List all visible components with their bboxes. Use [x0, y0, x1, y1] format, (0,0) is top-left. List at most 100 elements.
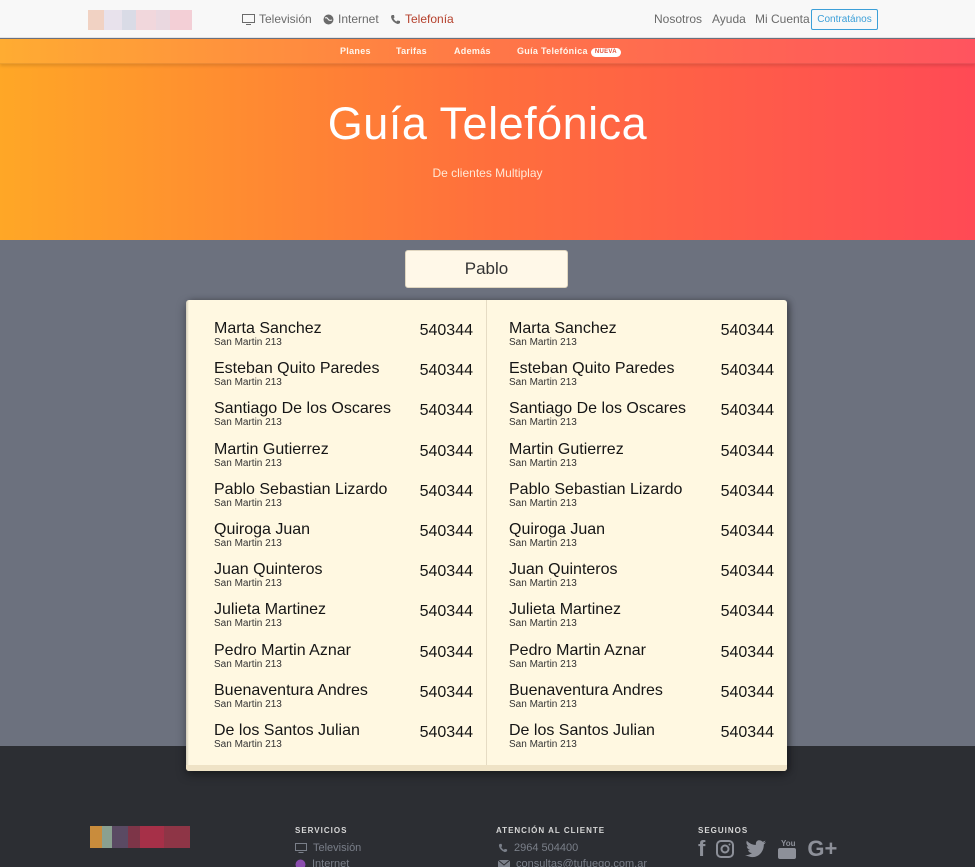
contact-address: San Martin 213	[214, 578, 282, 590]
nav-nosotros-label: Nosotros	[654, 12, 703, 26]
contact-phone[interactable]: 540344	[721, 523, 774, 541]
nav-telefonia-label: Telefonía	[405, 12, 454, 26]
contact-phone[interactable]: 540344	[420, 644, 473, 662]
facebook-icon[interactable]: f	[698, 838, 705, 860]
directory-entry[interactable]: Esteban Quito Paredes San Martin 213 54034…	[214, 360, 473, 400]
contact-phone[interactable]: 540344	[721, 362, 774, 380]
directory-entry[interactable]: Quiroga Juan San Martin 213 540344	[509, 521, 774, 561]
contact-phone[interactable]: 540344	[420, 322, 473, 340]
subnav-ademas[interactable]: Además	[454, 46, 491, 56]
contact-name: Buenaventura Andres	[214, 681, 368, 699]
nav-ayuda[interactable]: Ayuda	[712, 12, 746, 26]
nav-television[interactable]: Televisión	[242, 12, 312, 26]
contact-name: Pedro Martin Aznar	[214, 641, 351, 659]
directory-entry[interactable]: Marta Sanchez San Martin 213 540344	[509, 320, 774, 360]
directory-entry[interactable]: De los Santos Julian San Martin 213 540344	[214, 722, 473, 762]
contact-phone[interactable]: 540344	[420, 523, 473, 541]
footer-logo[interactable]	[90, 826, 200, 848]
contact-address: San Martin 213	[509, 537, 577, 549]
footer-phone[interactable]: 2964 504400	[498, 842, 578, 854]
contact-address: San Martin 213	[214, 337, 282, 348]
brand-logo[interactable]	[88, 10, 192, 30]
contact-phone[interactable]: 540344	[721, 483, 774, 501]
contact-name: Martin Gutierrez	[509, 440, 624, 458]
contact-address: San Martin 213	[214, 698, 282, 710]
nav-mi-cuenta[interactable]: Mi Cuenta	[755, 12, 810, 26]
tv-icon	[242, 13, 255, 25]
contact-phone[interactable]: 540344	[721, 563, 774, 581]
contact-phone[interactable]: 540344	[721, 443, 774, 461]
nav-internet[interactable]: Internet	[323, 12, 379, 26]
directory-entry[interactable]: De los Santos Julian San Martin 213 540344	[509, 722, 774, 762]
directory-entry[interactable]: Buenaventura Andres San Martin 213 540344	[509, 682, 774, 722]
contact-address: San Martin 213	[509, 417, 577, 429]
footer-link-internet-label: Internet	[312, 858, 350, 867]
directory-entry[interactable]: Marta Sanchez San Martin 213 540344	[214, 320, 473, 360]
google-plus-icon[interactable]: G+	[807, 838, 837, 860]
contact-address: San Martin 213	[509, 377, 577, 389]
footer-link-internet[interactable]: Internet	[295, 858, 349, 867]
contact-phone[interactable]: 540344	[721, 402, 774, 420]
globe-icon	[295, 859, 306, 867]
footer-seguinos-heading: SEGUINOS	[698, 826, 749, 835]
contact-phone[interactable]: 540344	[420, 362, 473, 380]
subnav-tarifas[interactable]: Tarifas	[396, 46, 427, 56]
nav-nosotros[interactable]: Nosotros	[654, 12, 702, 26]
contact-phone[interactable]: 540344	[721, 644, 774, 662]
contact-name: Marta Sanchez	[509, 320, 617, 337]
contact-name: Buenaventura Andres	[509, 681, 663, 699]
contact-phone[interactable]: 540344	[420, 402, 473, 420]
directory-entry[interactable]: Juan Quinteros San Martin 213 540344	[214, 561, 473, 601]
contact-address: San Martin 213	[509, 337, 577, 348]
directory-entry[interactable]: Julieta Martinez San Martin 213 540344	[509, 601, 774, 641]
contact-phone[interactable]: 540344	[721, 724, 774, 742]
phone-icon	[391, 14, 400, 24]
footer-email[interactable]: consultas@tufuego.com.ar	[498, 858, 647, 867]
contact-name: Julieta Martinez	[509, 601, 622, 619]
directory-entry[interactable]: Santiago De los Oscares San Martin 213 540…	[509, 400, 774, 440]
footer-link-television[interactable]: Televisión	[295, 842, 361, 854]
directory-entry[interactable]: Julieta Martinez San Martin 213 540344	[214, 601, 473, 641]
nav-mi-cuenta-label: Mi Cuenta	[755, 12, 810, 26]
contact-phone[interactable]: 540344	[420, 603, 473, 621]
contact-phone[interactable]: 540344	[721, 603, 774, 621]
nav-internet-label: Internet	[338, 12, 379, 26]
directory-entry[interactable]: Esteban Quito Paredes San Martin 213 54034…	[509, 360, 774, 400]
contact-phone[interactable]: 540344	[721, 322, 774, 340]
contact-address: San Martin 213	[509, 457, 577, 469]
subnav-guia-telefonica[interactable]: Guía Telefónica NUEVA	[517, 46, 621, 57]
page-subtitle: De clientes Multiplay	[432, 166, 543, 180]
contact-phone[interactable]: 540344	[420, 724, 473, 742]
contact-phone[interactable]: 540344	[420, 443, 473, 461]
nav-television-label: Televisión	[259, 12, 312, 26]
contact-name: De los Santos Julian	[214, 721, 360, 739]
directory-entry[interactable]: Pedro Martin Aznar San Martin 213 540344	[214, 642, 473, 682]
directory-entry[interactable]: Santiago De los Oscares San Martin 213 540…	[214, 400, 473, 440]
directory-entry[interactable]: Martin Gutierrez San Martin 213 540344	[509, 441, 774, 481]
footer-phone-label: 2964 504400	[514, 842, 579, 854]
contact-address: San Martin 213	[214, 658, 282, 670]
mail-icon	[498, 859, 510, 867]
twitter-icon[interactable]	[745, 840, 767, 858]
directory-entry[interactable]: Juan Quinteros San Martin 213 540344	[509, 561, 774, 601]
contact-phone[interactable]: 540344	[721, 684, 774, 702]
youtube-icon[interactable]: You	[777, 838, 797, 860]
directory-entry[interactable]: Martin Gutierrez San Martin 213 540344	[214, 441, 473, 481]
directory-entry[interactable]: Buenaventura Andres San Martin 213 540344	[214, 682, 473, 722]
footer-email-label: consultas@tufuego.com.ar	[516, 858, 648, 867]
contact-phone[interactable]: 540344	[420, 684, 473, 702]
directory-entry[interactable]: Quiroga Juan San Martin 213 540344	[214, 521, 473, 561]
nav-telefonia[interactable]: Telefonía	[390, 12, 454, 26]
directory-entry[interactable]: Pablo Sebastian Lizardo San Martin 213 540…	[509, 481, 774, 521]
contact-phone[interactable]: 540344	[420, 563, 473, 581]
directory-entry[interactable]: Pedro Martin Aznar San Martin 213 540344	[509, 642, 774, 682]
contratanos-button[interactable]: Contratános	[811, 9, 878, 30]
search-input[interactable]	[405, 250, 568, 288]
new-badge: NUEVA	[590, 48, 621, 57]
instagram-icon[interactable]	[715, 839, 735, 859]
directory-entry[interactable]: Pablo Sebastian Lizardo San Martin 213 540…	[214, 481, 473, 521]
subnav-planes[interactable]: Planes	[340, 46, 371, 56]
contact-phone[interactable]: 540344	[420, 483, 473, 501]
contact-address: San Martin 213	[214, 738, 282, 750]
book-edge-shadow	[186, 300, 189, 765]
